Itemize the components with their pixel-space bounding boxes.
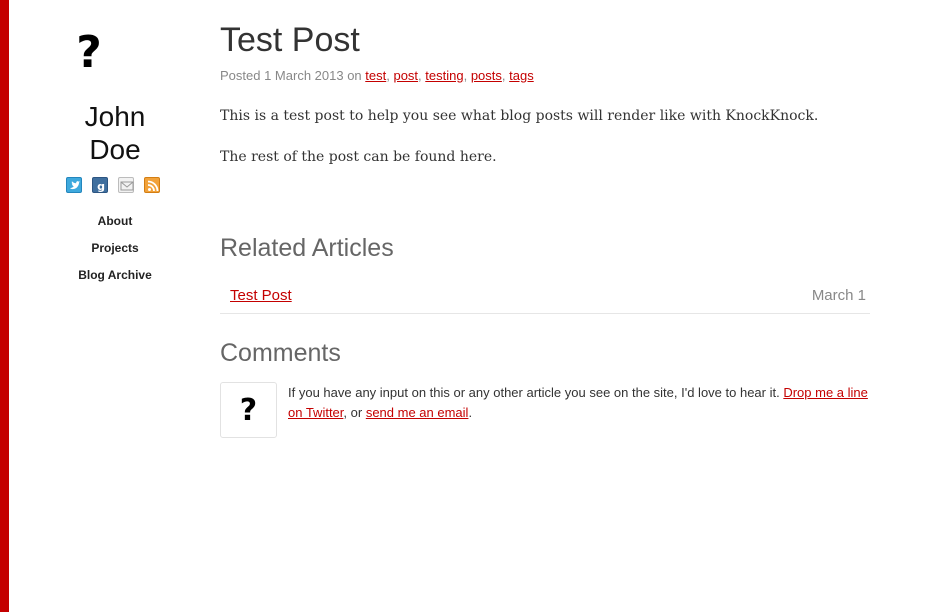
post-meta: Posted 1 March 2013 on test, post, testi… bbox=[220, 68, 534, 83]
tag-link[interactable]: tags bbox=[509, 68, 534, 83]
comment-text: , or bbox=[343, 405, 366, 420]
comment-avatar: ? bbox=[220, 382, 277, 438]
svg-text:g: g bbox=[97, 180, 105, 193]
avatar-placeholder-icon: ? bbox=[239, 393, 258, 428]
related-article-row: Test Post March 1 bbox=[220, 283, 870, 314]
post-title: Test Post bbox=[220, 21, 360, 59]
comment-text: . bbox=[468, 405, 473, 420]
tag-link[interactable]: posts bbox=[471, 68, 502, 83]
avatar-placeholder-icon: ? bbox=[76, 27, 102, 78]
accent-bar bbox=[0, 0, 9, 612]
post-paragraph: The rest of the post can be found here. bbox=[220, 149, 497, 165]
twitter-icon[interactable] bbox=[66, 177, 82, 193]
author-name: John Doe bbox=[40, 100, 190, 166]
tag-link[interactable]: test bbox=[365, 68, 386, 83]
post-paragraph: This is a test post to help you see what… bbox=[220, 108, 819, 124]
social-links: g bbox=[66, 177, 166, 193]
tag-link[interactable]: testing bbox=[425, 68, 463, 83]
comment-text: If you have any input on this or any oth… bbox=[288, 385, 784, 400]
sidebar-nav: About Projects Blog Archive bbox=[40, 214, 190, 295]
email-icon[interactable] bbox=[118, 177, 134, 193]
tag-link[interactable]: post bbox=[393, 68, 418, 83]
gplus-icon[interactable]: g bbox=[92, 177, 108, 193]
author-avatar: ? bbox=[64, 28, 114, 78]
author-last-name: Doe bbox=[89, 134, 141, 165]
nav-blog-archive[interactable]: Blog Archive bbox=[40, 268, 190, 295]
related-article-link[interactable]: Test Post bbox=[230, 287, 292, 304]
author-first-name: John bbox=[84, 101, 146, 132]
related-article-date: March 1 bbox=[811, 287, 866, 304]
posted-date: Posted 1 March 2013 on bbox=[220, 68, 366, 83]
related-articles-heading: Related Articles bbox=[220, 234, 394, 262]
comments-heading: Comments bbox=[220, 339, 341, 367]
nav-about[interactable]: About bbox=[40, 214, 190, 241]
email-link[interactable]: send me an email bbox=[366, 405, 469, 420]
rss-icon[interactable] bbox=[144, 177, 160, 193]
nav-projects[interactable]: Projects bbox=[40, 241, 190, 268]
comment-note: If you have any input on this or any oth… bbox=[288, 383, 868, 423]
